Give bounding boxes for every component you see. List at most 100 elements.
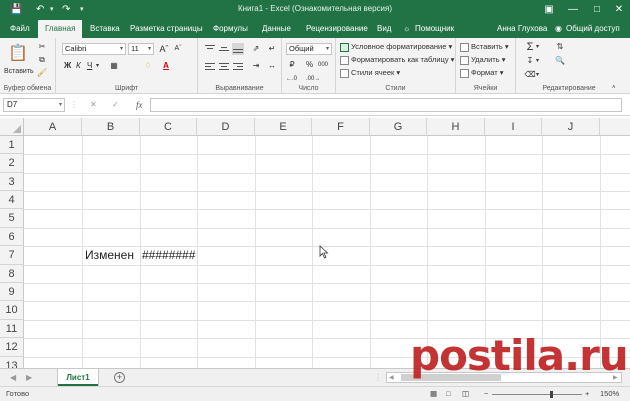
chevron-down-icon[interactable]: ▾ xyxy=(536,41,539,53)
sheet-tab-list1[interactable]: Лист1 xyxy=(58,369,98,386)
paste-button[interactable]: Вставить xyxy=(4,66,34,78)
select-all-button[interactable] xyxy=(0,118,24,136)
wrap-text-icon[interactable]: ↵ xyxy=(266,43,278,55)
underline-button[interactable]: Ч xyxy=(87,60,92,72)
format-as-table-button[interactable]: Форматировать как таблицу ▾ xyxy=(340,54,454,66)
column-header-g[interactable]: G xyxy=(370,118,427,136)
column-header-f[interactable]: F xyxy=(312,118,370,136)
help-assistant[interactable]: Помощник xyxy=(415,20,454,38)
cell-c7[interactable]: ######## xyxy=(142,246,195,264)
autosum-icon[interactable]: Σ xyxy=(524,41,536,53)
tab-formulas[interactable]: Формулы xyxy=(213,20,248,38)
indent-icon[interactable]: ⇥ xyxy=(250,60,262,72)
italic-button[interactable]: К xyxy=(76,60,81,72)
row-header-3[interactable]: 3 xyxy=(0,173,24,191)
row-header-8[interactable]: 8 xyxy=(0,265,24,283)
font-color-icon[interactable]: A xyxy=(160,60,172,72)
currency-icon[interactable]: ₽ xyxy=(286,59,298,71)
tab-file[interactable]: Файл xyxy=(10,20,30,38)
close-icon[interactable]: ✕ xyxy=(610,2,628,18)
align-center-icon[interactable] xyxy=(218,60,230,72)
row-header-1[interactable]: 1 xyxy=(0,136,24,154)
font-size-combo[interactable]: 11 ▾ xyxy=(128,43,154,55)
decrease-decimal-icon[interactable]: .00→ xyxy=(306,73,320,85)
column-header-k[interactable] xyxy=(600,118,630,136)
zoom-slider-knob[interactable] xyxy=(550,391,553,398)
column-header-e[interactable]: E xyxy=(255,118,312,136)
column-header-i[interactable]: I xyxy=(485,118,542,136)
minimize-icon[interactable]: — xyxy=(564,2,582,18)
font-name-combo[interactable]: Calibri ▾ xyxy=(62,43,126,55)
column-header-h[interactable]: H xyxy=(427,118,485,136)
user-name[interactable]: Анна Глухова xyxy=(497,20,547,38)
previous-sheet-icon[interactable]: ◀ xyxy=(10,369,16,386)
copy-icon[interactable]: ⧉ xyxy=(36,54,48,66)
delete-cells-button[interactable]: Удалить ▾ xyxy=(460,54,506,66)
confirm-edit-icon[interactable]: ✓ xyxy=(112,98,119,112)
scroll-left-icon[interactable]: ◀ xyxy=(389,370,394,387)
bold-button[interactable]: Ж xyxy=(64,60,71,72)
tab-data[interactable]: Данные xyxy=(262,20,291,38)
fill-icon[interactable]: ↧ xyxy=(524,55,536,67)
percent-button[interactable]: % xyxy=(306,59,313,71)
sort-filter-icon[interactable]: ⇅ xyxy=(554,41,566,53)
row-header-10[interactable]: 10 xyxy=(0,301,24,320)
column-header-a[interactable]: A xyxy=(24,118,82,136)
align-left-icon[interactable] xyxy=(204,60,216,72)
thousands-button[interactable]: 000 xyxy=(318,59,328,71)
align-middle-icon[interactable] xyxy=(218,43,230,55)
ribbon-display-icon[interactable]: ▣ xyxy=(540,2,558,18)
orientation-icon[interactable]: ⇗ xyxy=(250,43,262,55)
shrink-font-icon[interactable]: Aˇ xyxy=(172,43,184,55)
align-top-icon[interactable] xyxy=(204,43,216,55)
tab-page-layout[interactable]: Разметка страницы xyxy=(130,20,203,38)
paste-icon[interactable]: 📋 xyxy=(8,42,28,66)
column-header-j[interactable]: J xyxy=(542,118,600,136)
chevron-down-icon[interactable]: ▾ xyxy=(96,60,99,72)
cut-icon[interactable]: ✂ xyxy=(36,41,48,53)
row-header-12[interactable]: 12 xyxy=(0,338,24,357)
row-header-6[interactable]: 6 xyxy=(0,228,24,246)
tab-view[interactable]: Вид xyxy=(377,20,391,38)
add-sheet-button[interactable]: + xyxy=(114,372,125,383)
chevron-down-icon[interactable]: ▾ xyxy=(536,55,539,67)
format-cells-button[interactable]: Формат ▾ xyxy=(460,67,504,79)
row-header-4[interactable]: 4 xyxy=(0,191,24,209)
formula-input[interactable] xyxy=(150,98,622,112)
align-right-icon[interactable] xyxy=(232,60,244,72)
tab-insert[interactable]: Вставка xyxy=(90,20,120,38)
next-sheet-icon[interactable]: ▶ xyxy=(26,369,32,386)
number-format-combo[interactable]: Общий ▾ xyxy=(286,43,332,55)
format-painter-icon[interactable]: 🖌 xyxy=(36,67,48,79)
cancel-edit-icon[interactable]: ✕ xyxy=(90,98,97,112)
cell-b7[interactable]: Изменен xyxy=(85,246,134,264)
borders-icon[interactable]: ▦ xyxy=(108,60,120,72)
conditional-formatting-button[interactable]: Условное форматирование ▾ xyxy=(340,41,452,53)
row-header-7[interactable]: 7 xyxy=(0,246,24,265)
row-header-9[interactable]: 9 xyxy=(0,283,24,301)
row-header-5[interactable]: 5 xyxy=(0,209,24,228)
fill-color-icon[interactable]: ♢ xyxy=(142,60,154,72)
maximize-icon[interactable]: □ xyxy=(588,2,606,18)
insert-function-button[interactable]: fx xyxy=(136,98,143,112)
tab-review[interactable]: Рецензирование xyxy=(306,20,368,38)
increase-decimal-icon[interactable]: ←.0 xyxy=(286,73,297,85)
column-header-d[interactable]: D xyxy=(197,118,255,136)
column-header-b[interactable]: B xyxy=(82,118,140,136)
row-header-2[interactable]: 2 xyxy=(0,154,24,173)
share-button[interactable]: Общий доступ xyxy=(566,20,620,38)
merge-cells-icon[interactable]: ↔ xyxy=(266,60,278,72)
row-header-11[interactable]: 11 xyxy=(0,320,24,338)
insert-cells-button[interactable]: Вставить ▾ xyxy=(460,41,509,53)
grow-font-icon[interactable]: Aˆ xyxy=(158,43,170,55)
cell-styles-button[interactable]: Стили ячеек ▾ xyxy=(340,67,400,79)
find-select-icon[interactable]: 🔍 xyxy=(554,55,566,67)
align-bottom-icon[interactable] xyxy=(232,43,244,55)
zoom-slider[interactable] xyxy=(492,391,582,398)
tab-home[interactable]: Главная xyxy=(38,20,83,38)
clear-icon[interactable]: ⌫ xyxy=(524,69,536,81)
column-header-c[interactable]: C xyxy=(140,118,197,136)
chevron-down-icon[interactable]: ▾ xyxy=(536,69,539,81)
name-box[interactable]: D7 ▾ xyxy=(3,98,65,112)
row-header-13[interactable]: 13 xyxy=(0,357,24,368)
